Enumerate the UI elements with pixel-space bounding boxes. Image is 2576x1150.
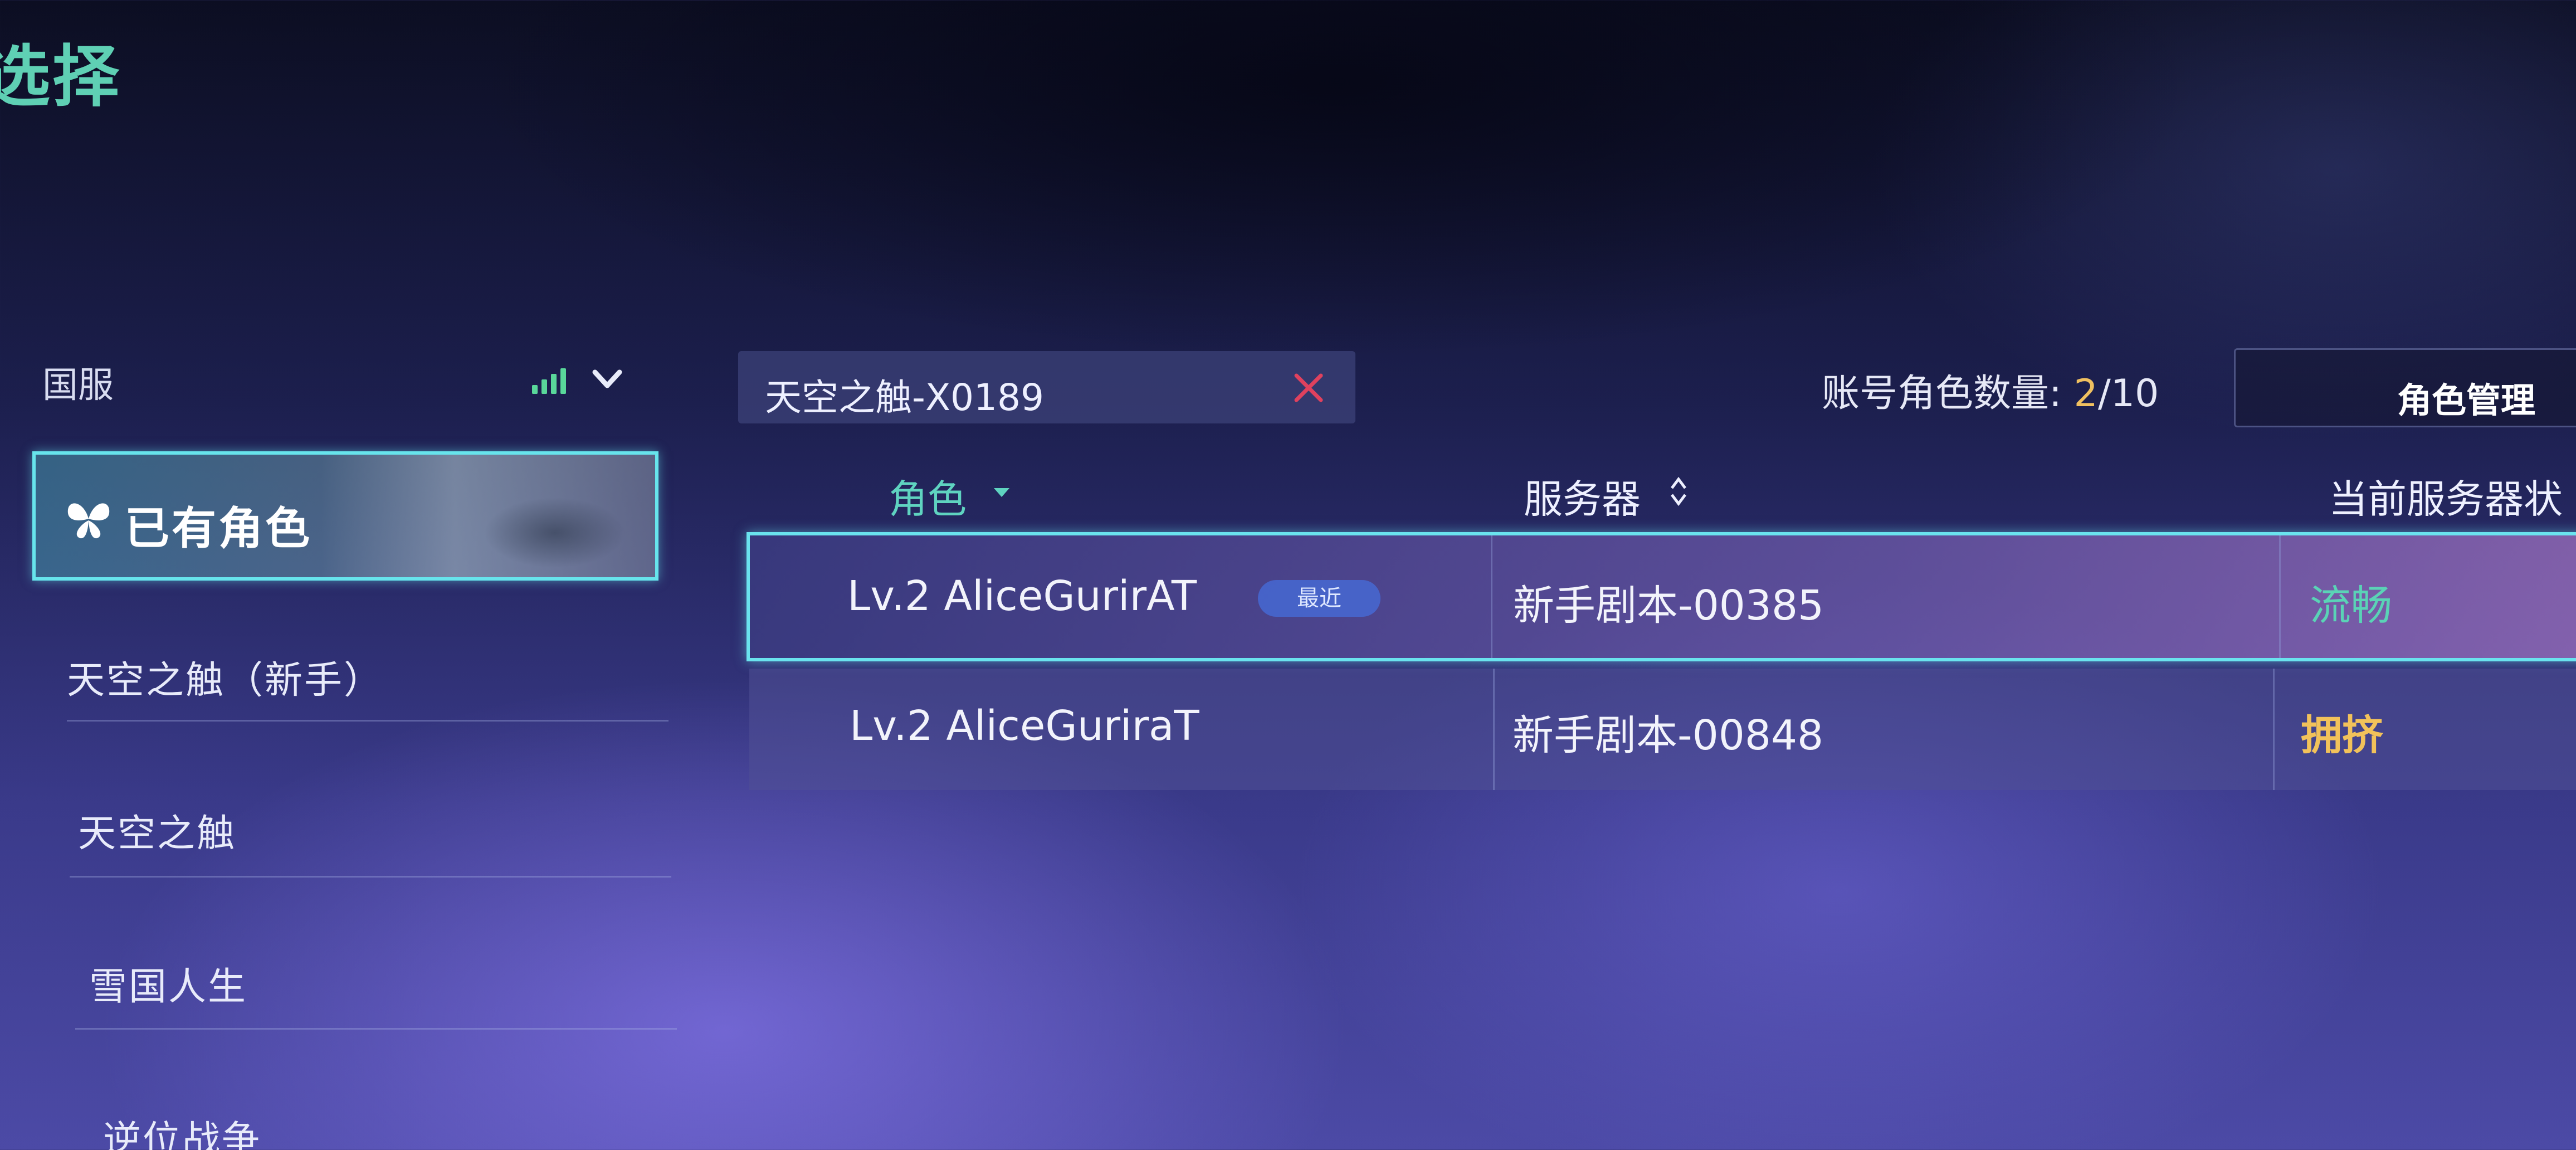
server-item-snow-country[interactable]: 雪国人生 [89,956,247,1011]
role-manage-button[interactable]: 角色管理 [2234,348,2576,427]
column-divider [1491,535,1492,658]
owned-roles-label: 已有角色 [125,503,312,554]
owned-roles-tab[interactable]: 已有角色 [32,451,658,581]
divider [75,1028,677,1030]
server-name: 新手剧本-00385 [1513,582,1824,630]
server-status: 流畅 [2310,582,2392,630]
sort-icon[interactable] [1668,475,1689,508]
divider [70,876,671,878]
table-row[interactable]: Lv.2 AliceGurirAT 最近 新手剧本-00385 流畅 [747,532,2576,661]
column-header-role[interactable]: 角色 [889,468,967,524]
role-count-label: 账号角色数量: [1822,372,2062,416]
role-count: 账号角色数量: 2/10 [1822,362,2159,417]
search-input[interactable]: 天空之触-X0189 [738,351,1355,423]
table-header: 角色 服务器 当前服务器状 [741,451,2576,535]
recent-badge: 最近 [1258,580,1380,617]
search-input-value: 天空之触-X0189 [765,376,1044,419]
sort-down-icon[interactable] [992,486,1012,499]
server-name: 新手剧本-00848 [1513,712,1824,759]
column-divider [1493,669,1495,790]
server-item-skytouch-newbie[interactable]: 天空之触（新手） [67,649,383,704]
column-divider [2279,535,2281,658]
portrait-image [321,455,655,577]
table-row[interactable]: Lv.2 AliceGuriraT 新手剧本-00848 拥挤 [749,669,2576,790]
role-name: Lv.2 AliceGuriraT [850,702,1199,750]
column-divider [2273,669,2275,790]
role-count-total: /10 [2097,372,2159,416]
server-status: 拥挤 [2301,712,2383,759]
role-manage-label: 角色管理 [2397,380,2536,421]
server-item-skytouch[interactable]: 天空之触 [78,802,236,857]
server-item-reverse-war[interactable]: 逆位战争 [103,1109,261,1150]
page-title: 选择 [0,38,121,116]
butterfly-icon [64,494,114,544]
column-header-status: 当前服务器状 [2329,476,2563,522]
column-header-server[interactable]: 服务器 [1524,468,1641,524]
signal-icon [532,365,568,394]
role-count-current: 2 [2074,372,2098,416]
close-icon[interactable] [1291,370,1326,406]
chevron-down-icon[interactable] [591,362,624,396]
role-name: Lv.2 AliceGurirAT [847,572,1197,620]
divider [67,720,669,722]
region-label[interactable]: 国服 [42,357,114,408]
